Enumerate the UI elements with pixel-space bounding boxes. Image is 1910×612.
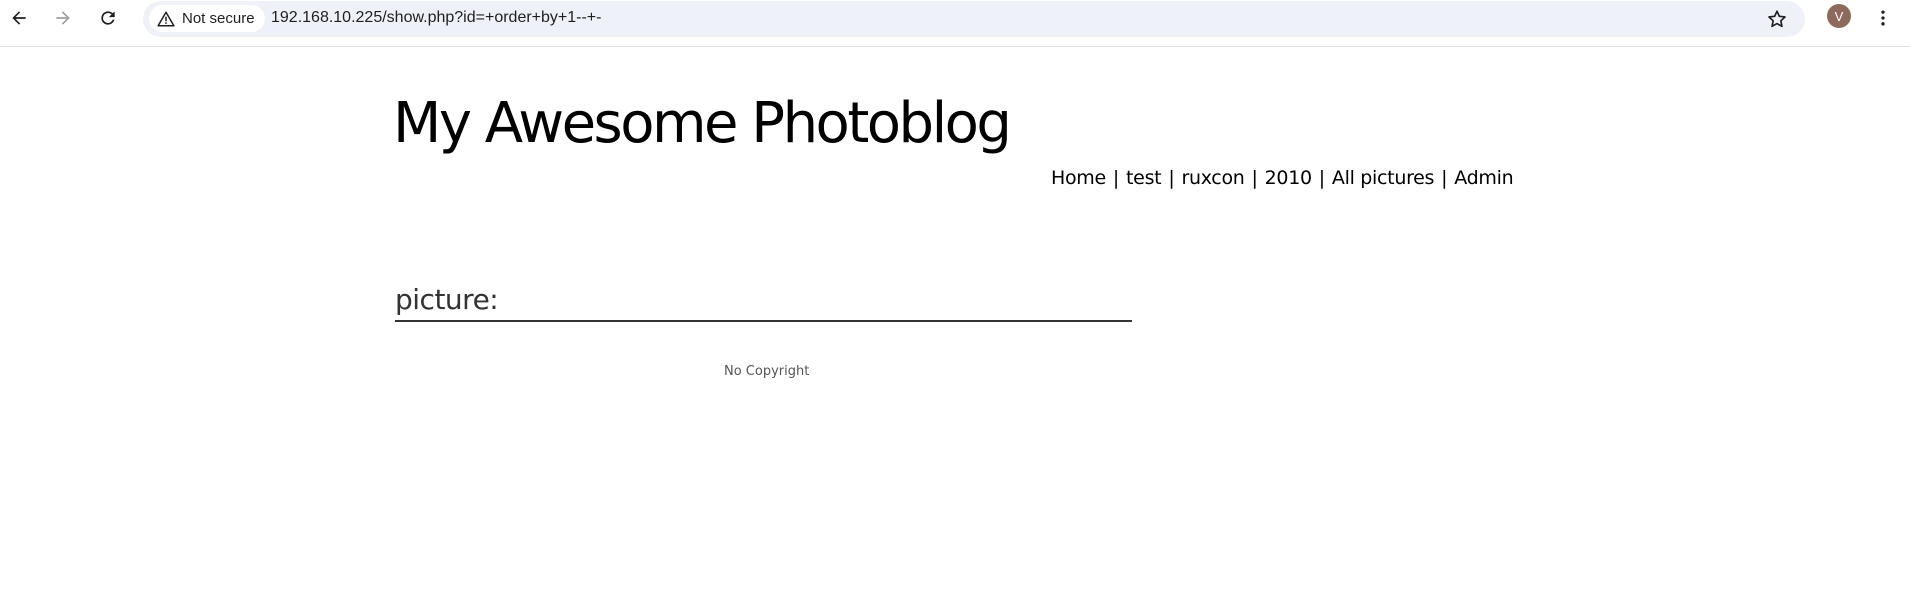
nav-link-home[interactable]: Home xyxy=(1051,167,1106,189)
picture-heading: picture: xyxy=(395,286,1132,322)
reload-button[interactable] xyxy=(95,5,121,31)
bookmark-button[interactable] xyxy=(1764,6,1790,32)
security-indicator[interactable]: Not secure xyxy=(149,5,265,32)
nav-separator: | xyxy=(1318,167,1325,189)
more-vertical-icon xyxy=(1881,10,1885,26)
footer-copyright: No Copyright xyxy=(724,364,810,379)
nav-link-ruxcon[interactable]: ruxcon xyxy=(1181,167,1244,189)
forward-arrow-icon xyxy=(56,11,70,25)
nav-link-2010[interactable]: 2010 xyxy=(1265,167,1312,189)
browser-menu-button[interactable] xyxy=(1872,5,1894,31)
reload-icon xyxy=(101,11,115,25)
back-arrow-icon xyxy=(12,11,26,25)
nav-link-admin[interactable]: Admin xyxy=(1454,167,1513,189)
security-label: Not secure xyxy=(182,10,255,27)
nav-separator: | xyxy=(1112,167,1120,189)
nav-separator: | xyxy=(1441,167,1448,189)
nav-link-all-pictures[interactable]: All pictures xyxy=(1332,167,1435,189)
nav-separator: | xyxy=(1168,167,1175,189)
browser-toolbar: Not secure 192.168.10.225/show.php?id=+o… xyxy=(0,0,1910,47)
url-text[interactable]: 192.168.10.225/show.php?id=+order+by+1--… xyxy=(271,9,601,27)
main-nav: Home | test | ruxcon | 2010 | All pictures | Admin xyxy=(1051,167,1514,189)
forward-button[interactable] xyxy=(50,5,76,31)
site-title: My Awesome Photoblog xyxy=(393,91,1012,156)
star-icon xyxy=(1768,10,1786,28)
nav-separator: | xyxy=(1251,167,1258,189)
back-button[interactable] xyxy=(6,5,32,31)
address-bar[interactable]: Not secure 192.168.10.225/show.php?id=+o… xyxy=(143,1,1805,37)
warning-triangle-icon xyxy=(157,11,175,26)
profile-avatar[interactable]: V xyxy=(1827,4,1851,28)
nav-link-test[interactable]: test xyxy=(1126,167,1162,189)
